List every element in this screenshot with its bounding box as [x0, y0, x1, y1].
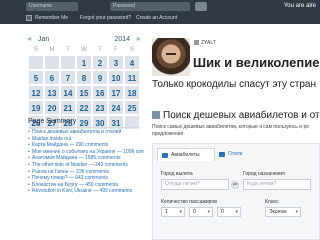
calendar-day[interactable]: 18: [124, 85, 140, 100]
flight-search-widget: Авиабилеты Отели Город вылета Город назн…: [152, 143, 320, 240]
calendar-day[interactable]: 22: [76, 100, 92, 115]
calendar-day[interactable]: 8: [76, 70, 92, 85]
remember-me-label: Remember Me: [35, 15, 69, 21]
page-summary-list: Поиск дешевых авиабилетов и отелейMaidan…: [28, 129, 144, 195]
post-subtitle[interactable]: Только крокодилы спасут эту стран: [152, 79, 320, 90]
username-input[interactable]: Username: [26, 2, 78, 11]
calendar-day[interactable]: 1: [76, 55, 92, 70]
hotel-icon: [219, 152, 225, 157]
login-bar: Username Password Remember Me Forgot you…: [0, 0, 320, 24]
weekday-header: F: [114, 47, 118, 53]
divider: [28, 127, 140, 128]
login-button[interactable]: [195, 2, 207, 11]
next-month-link[interactable]: »: [136, 36, 140, 43]
author-name[interactable]: ZYALT: [194, 40, 216, 46]
calendar-day[interactable]: 20: [44, 100, 60, 115]
calendar-day[interactable]: 15: [76, 85, 92, 100]
to-label: Город назначения: [243, 171, 285, 177]
summary-link[interactable]: Блокастин на Бургу — 459 comments: [28, 182, 144, 189]
calendar-day[interactable]: 7: [60, 70, 76, 85]
calendar-day[interactable]: 9: [92, 70, 108, 85]
calendar-empty-cell: [44, 55, 60, 70]
calendar-year: 2014: [114, 36, 130, 43]
weekday-header: S: [129, 47, 134, 53]
plane-icon: [162, 153, 168, 158]
adults-select[interactable]: 1 ▾: [161, 207, 185, 217]
remember-me-checkbox[interactable]: [26, 15, 32, 21]
calendar-day[interactable]: 12: [28, 85, 44, 100]
section-description: Поиск самых дешевых авиабилетов, которые…: [152, 124, 310, 137]
summary-link[interactable]: The other side of Maidan — 243 comments: [28, 162, 144, 169]
calendar-day[interactable]: 5: [28, 70, 44, 85]
weekday-header: T: [98, 47, 102, 53]
from-city-input[interactable]: Откуда летим?: [161, 179, 229, 190]
from-label: Город вылета: [161, 171, 193, 177]
create-account-link[interactable]: Create an Account: [136, 14, 177, 22]
calendar-day[interactable]: 16: [92, 85, 108, 100]
weekday-header: T: [66, 47, 70, 53]
summary-link[interactable]: Maidan inside out: [28, 136, 144, 143]
author-avatar[interactable]: [152, 38, 190, 76]
prev-month-link[interactable]: «: [28, 36, 32, 43]
summary-link[interactable]: Поиск дешевых авиабилетов и отелей: [28, 129, 144, 136]
calendar-month: Jan: [38, 36, 50, 43]
calendar-empty-cell: [60, 55, 76, 70]
summary-link[interactable]: Карта Майдана — 290 comments: [28, 142, 144, 149]
post-headline[interactable]: Шик и великолепие!: [193, 55, 320, 70]
calendar-day[interactable]: 2: [92, 55, 108, 70]
to-city-input[interactable]: Куда летим?: [243, 179, 311, 190]
calendar-day[interactable]: 4: [124, 55, 140, 70]
calendar-day[interactable]: 24: [108, 100, 124, 115]
calendar-day[interactable]: 23: [92, 100, 108, 115]
section-title[interactable]: Поиск дешевых авиабилетов и отел: [152, 110, 320, 121]
class-label: Класс: [265, 199, 279, 205]
calendar-day[interactable]: 21: [60, 100, 76, 115]
login-status-text: You are alre: [283, 3, 316, 9]
passengers-label: Количество пассажиров: [161, 199, 217, 205]
summary-link[interactable]: Revolution in Kiev, Ukraine — 499 commen…: [28, 188, 144, 195]
summary-link[interactable]: Почему повар? — 643 comments: [28, 175, 144, 182]
weekday-header: M: [49, 47, 55, 53]
forgot-password-link[interactable]: Forgot your password?: [80, 14, 131, 22]
class-select[interactable]: Эконом ▾: [265, 207, 301, 217]
password-input[interactable]: Password: [110, 2, 190, 11]
swap-cities-button[interactable]: ⇄: [231, 181, 239, 189]
summary-link[interactable]: Рынок на Гаяне — 236 comments: [28, 169, 144, 176]
calendar-day[interactable]: 19: [28, 100, 44, 115]
calendar-day[interactable]: 10: [108, 70, 124, 85]
summary-link[interactable]: Анатомия Майдана — 1585 comments: [28, 155, 144, 162]
summary-link[interactable]: Мое мнение о событиях на Украине — 1096 …: [28, 149, 144, 156]
tab-flights[interactable]: Авиабилеты: [157, 148, 215, 161]
infants-select[interactable]: 0 ▾: [217, 207, 241, 217]
weekday-header: W: [81, 47, 87, 53]
plane-icon: [152, 111, 160, 119]
page-summary-title: Page Summary: [28, 118, 77, 125]
calendar-day[interactable]: 3: [108, 55, 124, 70]
tab-hotels[interactable]: Отели: [215, 148, 265, 161]
calendar-day[interactable]: 11: [124, 70, 140, 85]
user-icon: [194, 40, 199, 45]
calendar-day[interactable]: 17: [108, 85, 124, 100]
calendar-day[interactable]: 14: [60, 85, 76, 100]
weekday-header: S: [33, 47, 38, 53]
calendar-empty-cell: [28, 55, 44, 70]
calendar-day[interactable]: 25: [124, 100, 140, 115]
calendar-day[interactable]: 6: [44, 70, 60, 85]
children-select[interactable]: 0 ▾: [189, 207, 213, 217]
calendar-day[interactable]: 13: [44, 85, 60, 100]
